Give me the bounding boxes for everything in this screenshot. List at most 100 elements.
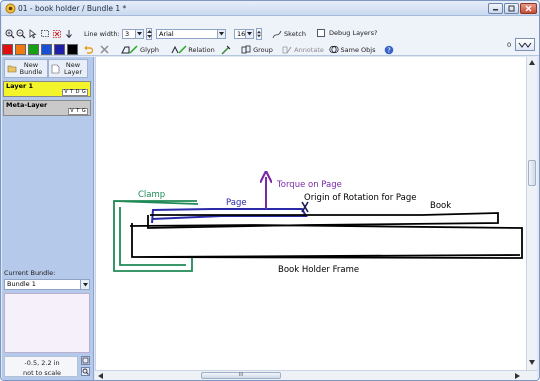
select-arrow-button[interactable] bbox=[28, 29, 38, 39]
toolbar: Line width: 3 Arial 16 Sketch Debug Laye… bbox=[2, 16, 539, 56]
origin-mark[interactable] bbox=[301, 201, 309, 213]
relation-icon bbox=[171, 45, 187, 54]
clamp-label[interactable]: Clamp bbox=[138, 190, 165, 200]
layer-flags[interactable]: V T G bbox=[68, 108, 88, 115]
layer-flag-g[interactable]: G bbox=[82, 109, 86, 114]
coordinates-readout: -0.5, 2.2 in bbox=[24, 358, 60, 367]
chevron-down-icon bbox=[82, 282, 88, 286]
title-bar: 01 - book holder / Bundle 1 * bbox=[1, 1, 539, 16]
annotate-button[interactable]: Annotate bbox=[281, 44, 325, 55]
sketch-button[interactable]: Sketch bbox=[267, 28, 311, 40]
zoom-fit-button[interactable] bbox=[81, 356, 90, 365]
layer-flag-g[interactable]: G bbox=[82, 90, 86, 95]
view-options-button[interactable] bbox=[515, 38, 535, 51]
horizontal-scrollbar[interactable]: III bbox=[95, 370, 537, 380]
glyph-button[interactable]: Glyph bbox=[115, 44, 165, 55]
lasso-icon bbox=[41, 30, 49, 37]
zoom-in-button[interactable] bbox=[5, 29, 15, 39]
font-dropdown-arrow[interactable] bbox=[217, 30, 225, 38]
debug-layers-label: Debug Layers? bbox=[329, 29, 378, 37]
color-swatch-green[interactable] bbox=[28, 44, 39, 55]
zoom-tool-button[interactable] bbox=[81, 367, 90, 376]
frame-label[interactable]: Book Holder Frame bbox=[278, 265, 359, 275]
layer-flag-v[interactable]: V bbox=[64, 90, 67, 95]
layer-flag-t[interactable]: T bbox=[70, 90, 73, 95]
current-bundle-select[interactable]: Bundle 1 bbox=[4, 279, 90, 290]
layer-item-layer-1[interactable]: Layer 1 V T D G bbox=[3, 81, 91, 97]
new-bundle-button[interactable]: New Bundle bbox=[4, 59, 48, 78]
layer-flags[interactable]: V T D G bbox=[62, 89, 88, 96]
font-name: Arial bbox=[159, 30, 174, 38]
color-swatch-blue[interactable] bbox=[41, 44, 52, 55]
color-swatch-orange[interactable] bbox=[15, 44, 26, 55]
clamp-stroke[interactable] bbox=[113, 200, 199, 272]
new-bundle-label: New Bundle bbox=[19, 60, 43, 76]
new-layer-button[interactable]: New Layer bbox=[48, 59, 88, 78]
font-size-spinner[interactable] bbox=[256, 28, 262, 40]
font-size-dropdown-arrow[interactable] bbox=[245, 30, 253, 38]
same-objs-label: Same Objs bbox=[340, 45, 376, 54]
page-stroke[interactable] bbox=[151, 208, 308, 224]
spinner-up-down-icon bbox=[146, 30, 152, 38]
sketch-label: Sketch bbox=[284, 30, 306, 38]
layer-item-meta-layer[interactable]: Meta-Layer V T G bbox=[3, 100, 91, 116]
lasso-select-button[interactable] bbox=[40, 29, 50, 39]
horizontal-scroll-thumb[interactable]: III bbox=[201, 372, 281, 379]
glyph-label: Glyph bbox=[140, 45, 159, 54]
group-button[interactable]: Group bbox=[238, 44, 276, 55]
magnifier-icon bbox=[82, 368, 89, 375]
x-mark-icon bbox=[100, 45, 108, 54]
line-width-dropdown-arrow[interactable] bbox=[135, 30, 143, 38]
debug-layers-checkbox[interactable] bbox=[317, 29, 325, 37]
sketch-canvas[interactable]: Clamp Page Torque on Page Origin of Rota… bbox=[95, 57, 532, 370]
scroll-up-icon[interactable] bbox=[529, 60, 535, 65]
frame-stroke[interactable] bbox=[129, 223, 523, 259]
relation-tool-button[interactable] bbox=[220, 44, 232, 55]
scroll-down-icon[interactable] bbox=[529, 360, 535, 365]
new-layer-label: New Layer bbox=[63, 60, 83, 76]
app-icon bbox=[5, 3, 16, 14]
scroll-left-icon[interactable] bbox=[98, 373, 103, 379]
arrow-pointer-icon bbox=[29, 29, 37, 39]
delete-selection-button[interactable] bbox=[52, 29, 62, 39]
annotate-label: Annotate bbox=[294, 45, 324, 54]
maximize-icon bbox=[508, 5, 515, 12]
page-label[interactable]: Page bbox=[226, 198, 247, 208]
zoom-out-button[interactable] bbox=[16, 29, 26, 39]
chevron-down-icon bbox=[247, 32, 252, 36]
same-objs-icon bbox=[328, 45, 339, 54]
delete-button[interactable] bbox=[98, 44, 110, 55]
line-width-select[interactable]: 3 bbox=[122, 29, 144, 39]
minimize-button[interactable] bbox=[488, 3, 503, 14]
color-swatch-red[interactable] bbox=[2, 44, 13, 55]
move-down-button[interactable] bbox=[64, 29, 74, 39]
maximize-button[interactable] bbox=[504, 3, 519, 14]
color-swatch-navy[interactable] bbox=[54, 44, 65, 55]
layer-flag-t[interactable]: T bbox=[76, 109, 79, 114]
help-button[interactable]: ? bbox=[383, 44, 395, 55]
undo-button[interactable] bbox=[82, 44, 94, 55]
font-size-select[interactable]: 16 bbox=[234, 29, 254, 39]
line-width-spinner[interactable] bbox=[146, 28, 152, 40]
vertical-scroll-thumb[interactable] bbox=[528, 160, 536, 186]
scroll-right-icon[interactable] bbox=[515, 373, 520, 379]
same-objs-button[interactable]: Same Objs bbox=[328, 44, 376, 55]
new-layer-icon bbox=[51, 64, 60, 74]
origin-label[interactable]: Origin of Rotation for Page bbox=[304, 193, 417, 203]
layers-sidebar: New Bundle New Layer Layer 1 V T D G Met… bbox=[2, 57, 94, 380]
vertical-scrollbar[interactable] bbox=[526, 57, 537, 370]
sketch-drawing[interactable]: Clamp Page Torque on Page Origin of Rota… bbox=[96, 57, 527, 370]
color-swatch-black[interactable] bbox=[67, 44, 78, 55]
layer-flag-d[interactable]: D bbox=[76, 90, 80, 95]
bundle-preview bbox=[4, 293, 90, 353]
current-bundle-dropdown-arrow[interactable] bbox=[80, 280, 89, 289]
font-select[interactable]: Arial bbox=[156, 29, 226, 39]
book-label[interactable]: Book bbox=[430, 201, 451, 211]
zoom-out-icon bbox=[16, 29, 26, 39]
torque-label[interactable]: Torque on Page bbox=[276, 180, 342, 190]
layer-flag-v[interactable]: V bbox=[70, 109, 73, 114]
relation-button[interactable]: Relation bbox=[170, 44, 216, 55]
sketch-pencil-icon bbox=[272, 30, 282, 38]
close-button[interactable] bbox=[520, 3, 537, 14]
svg-text:?: ? bbox=[387, 46, 391, 54]
